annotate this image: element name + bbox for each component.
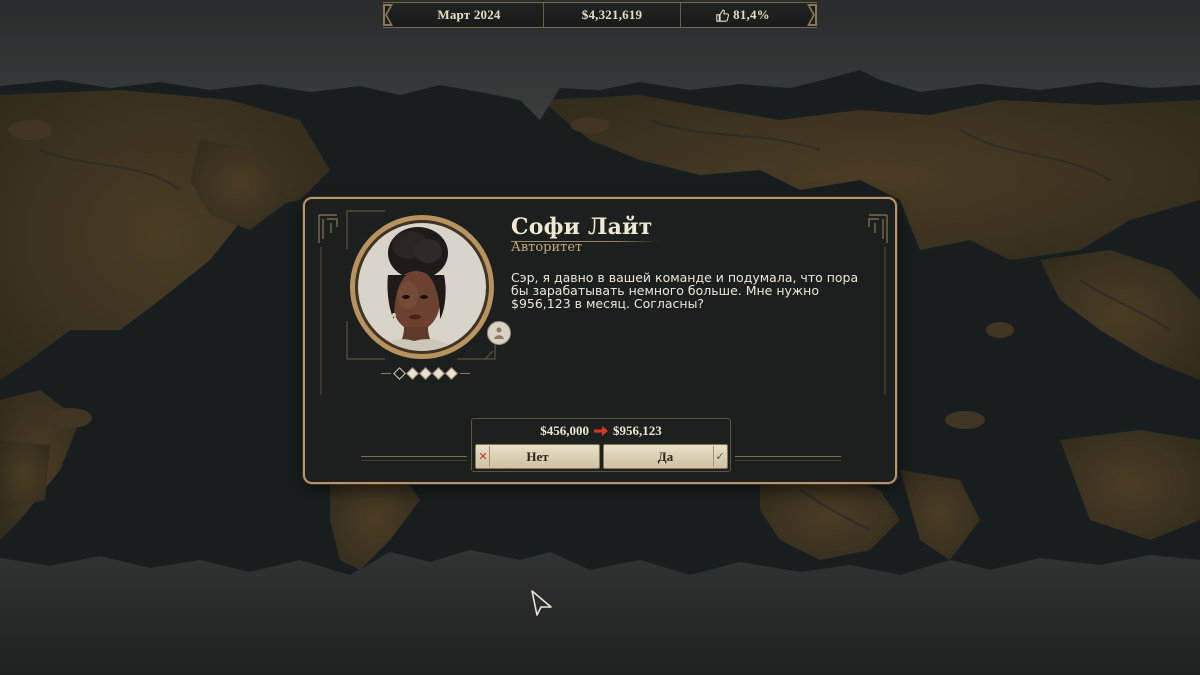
right-frame-ornament	[868, 214, 888, 395]
star-icon	[405, 366, 419, 380]
decline-button[interactable]: ✕ Нет	[475, 444, 600, 469]
requested-salary: $956,123	[613, 423, 662, 438]
mouse-cursor-icon	[531, 590, 552, 616]
character-name: Софи Лайт	[511, 214, 653, 240]
accept-button[interactable]: Да ✓	[603, 444, 728, 469]
left-divider-line	[361, 456, 467, 461]
approval-rating: 81,4%	[681, 3, 805, 27]
current-date: Март 2024	[437, 7, 501, 22]
rating-tip-left	[380, 372, 391, 374]
rank-badge-icon	[487, 321, 511, 345]
character-portrait	[349, 213, 511, 361]
bar-cap-left-ornament	[383, 4, 393, 26]
bar-cap-right-ornament	[807, 4, 817, 26]
money-balance: $4,321,619	[543, 3, 681, 27]
right-divider-line	[735, 456, 841, 461]
star-icon	[392, 366, 406, 380]
top-status-bar: Март 2024 $4,321,619 81,4%	[383, 2, 817, 28]
character-role: Авторитет	[511, 240, 583, 255]
approval-value: 81,4%	[733, 7, 770, 22]
thumbs-up-icon	[716, 9, 730, 22]
request-message: Сэр, я давно в вашей команде и подумала,…	[511, 270, 859, 311]
star-icon	[418, 366, 432, 380]
left-frame-ornament	[318, 214, 338, 395]
character-portrait-image	[358, 223, 486, 351]
salary-request-dialog: Софи Лайт Авторитет Сэр, я давно в вашей…	[303, 197, 897, 484]
current-salary: $456,000	[540, 423, 589, 438]
rating-tip-right	[459, 372, 470, 374]
checkmark-icon: ✓	[713, 446, 726, 467]
arrow-right-icon	[594, 426, 608, 436]
star-icon	[431, 366, 445, 380]
decline-button-label: Нет	[526, 448, 549, 464]
close-icon: ✕	[477, 446, 490, 467]
accept-button-label: Да	[657, 448, 674, 464]
star-icon	[444, 366, 458, 380]
salary-change-line: $456,000 $956,123	[472, 422, 730, 440]
character-star-rating	[375, 365, 475, 381]
